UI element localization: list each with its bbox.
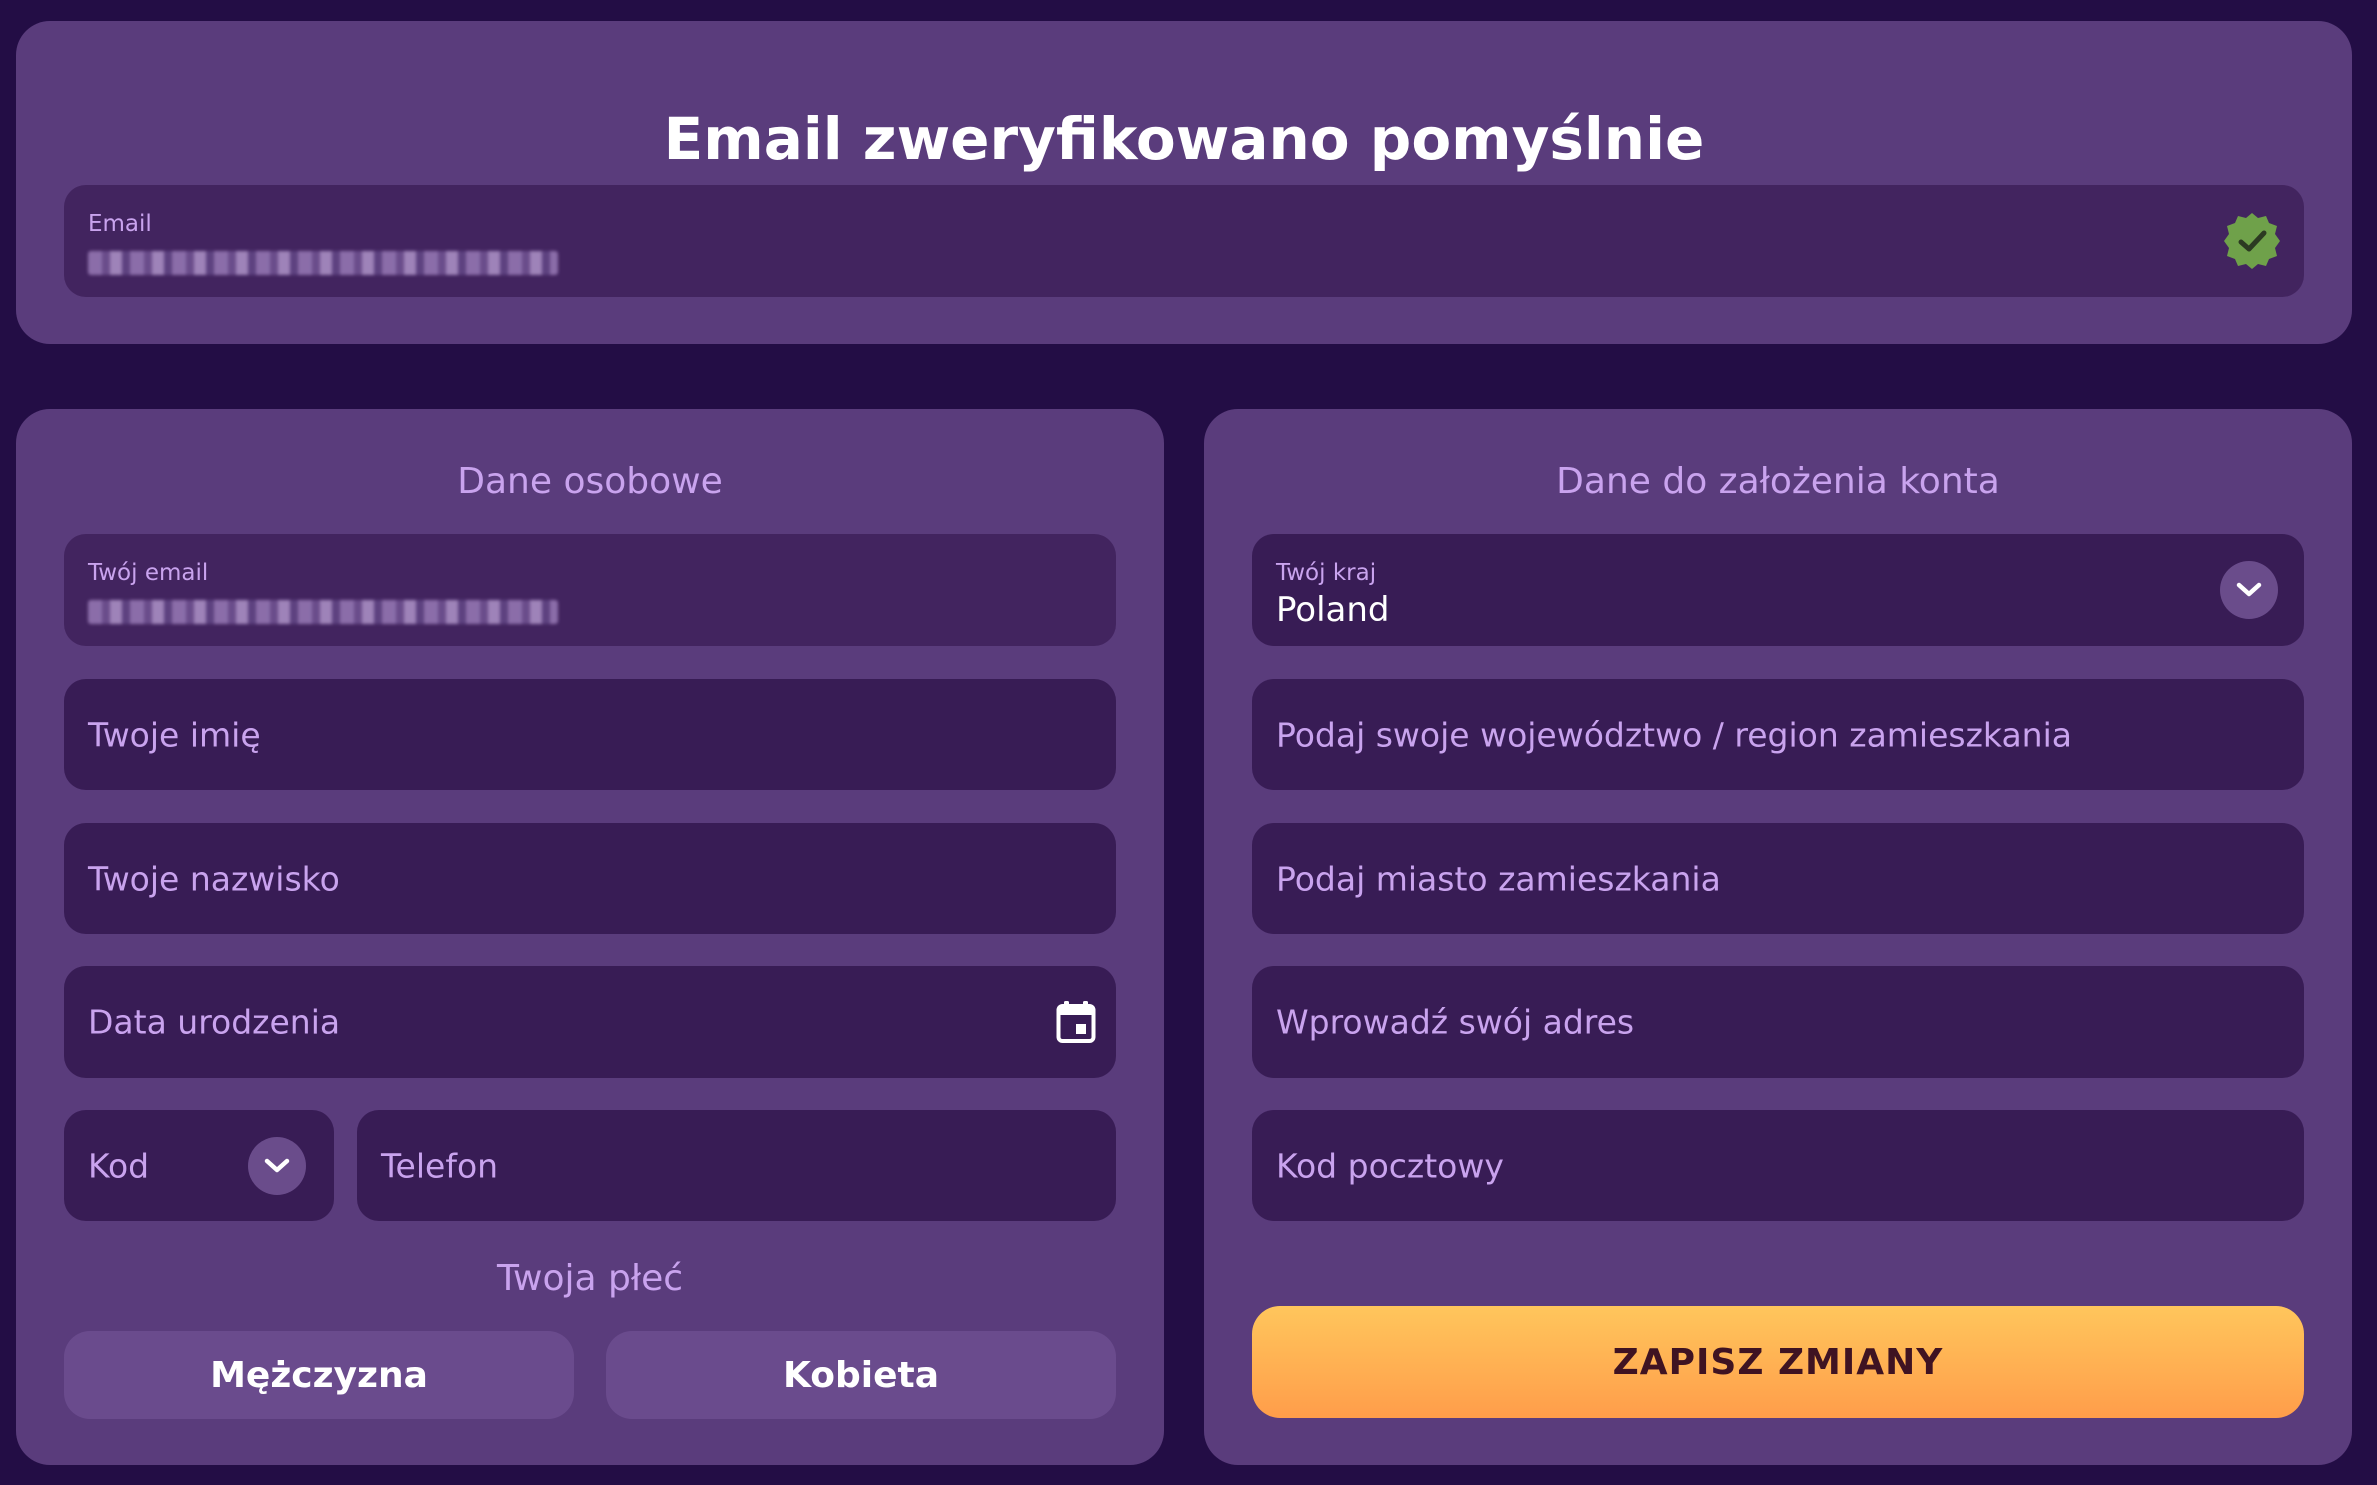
- last-name-placeholder: Twoje nazwisko: [88, 859, 340, 898]
- country-value: Poland: [1276, 590, 1390, 630]
- account-data-panel: Dane do założenia konta Twój kraj Poland…: [1204, 409, 2352, 1465]
- gender-female-button[interactable]: Kobieta: [606, 1331, 1116, 1419]
- address-input[interactable]: Wprowadź swój adres: [1252, 966, 2304, 1078]
- personal-section-title: Dane osobowe: [457, 461, 723, 502]
- city-placeholder: Podaj miasto zamieszkania: [1276, 859, 1721, 898]
- birth-date-input[interactable]: Data urodzenia: [64, 966, 1116, 1078]
- phone-placeholder: Telefon: [381, 1146, 499, 1185]
- personal-data-panel: Dane osobowe Twój email redacted-email T…: [16, 409, 1164, 1465]
- postal-code-placeholder: Kod pocztowy: [1276, 1146, 1504, 1185]
- phone-input[interactable]: Telefon: [357, 1110, 1116, 1221]
- country-dropdown-button[interactable]: [2220, 561, 2278, 619]
- first-name-placeholder: Twoje imię: [88, 715, 261, 754]
- account-section-title: Dane do założenia konta: [1556, 461, 2000, 502]
- address-placeholder: Wprowadź swój adres: [1276, 1002, 1635, 1042]
- phone-code-placeholder: Kod: [88, 1146, 150, 1185]
- check-badge-icon: [2224, 213, 2280, 269]
- chevron-down-icon: [2236, 582, 2262, 597]
- last-name-input[interactable]: Twoje nazwisko: [64, 823, 1116, 934]
- gender-male-button[interactable]: Mężczyzna: [64, 1331, 574, 1419]
- chevron-down-icon: [264, 1158, 290, 1172]
- personal-email-label: Twój email: [88, 560, 209, 586]
- verified-email-value: redacted-email: [88, 251, 558, 275]
- phone-code-dropdown-button[interactable]: [248, 1136, 306, 1195]
- city-input[interactable]: Podaj miasto zamieszkania: [1252, 823, 2304, 934]
- postal-code-input[interactable]: Kod pocztowy: [1252, 1110, 2304, 1221]
- gender-title: Twoja płeć: [496, 1258, 684, 1299]
- verified-email-field: Email redacted-email: [64, 185, 2304, 297]
- verified-email-label: Email: [88, 211, 152, 237]
- region-input[interactable]: Podaj swoje województwo / region zamiesz…: [1252, 679, 2304, 790]
- save-changes-button[interactable]: ZAPISZ ZMIANY: [1252, 1306, 2304, 1418]
- region-placeholder: Podaj swoje województwo / region zamiesz…: [1276, 715, 2072, 754]
- birth-date-placeholder: Data urodzenia: [88, 1002, 341, 1042]
- page-title: Email zweryfikowano pomyślnie: [663, 105, 1705, 173]
- personal-email-value: redacted-email: [88, 600, 558, 624]
- phone-code-select[interactable]: Kod: [64, 1110, 334, 1221]
- calendar-icon[interactable]: [1056, 1000, 1096, 1044]
- first-name-input[interactable]: Twoje imię: [64, 679, 1116, 790]
- email-verification-panel: Email zweryfikowano pomyślnie Email reda…: [16, 21, 2352, 344]
- personal-email-field: Twój email redacted-email: [64, 534, 1116, 646]
- country-label: Twój kraj: [1276, 560, 1377, 586]
- country-select[interactable]: Twój kraj Poland: [1252, 534, 2304, 646]
